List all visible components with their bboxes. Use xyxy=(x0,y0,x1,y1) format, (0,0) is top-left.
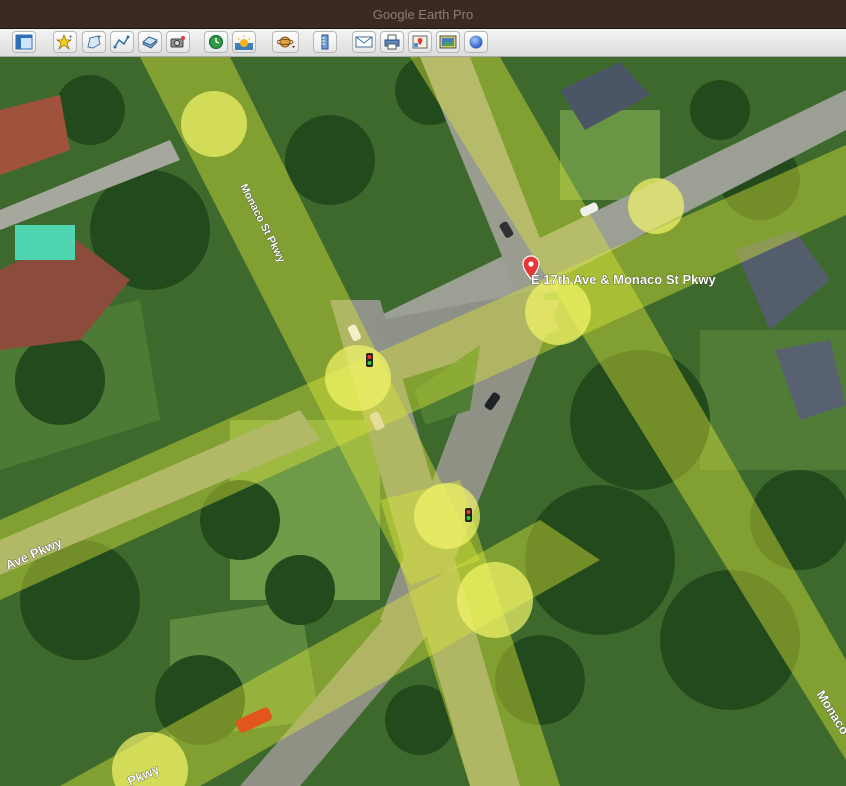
add-placemark-button[interactable]: + xyxy=(53,31,77,53)
view-in-maps-button[interactable] xyxy=(408,31,432,53)
envelope-icon xyxy=(355,36,373,48)
save-image-icon xyxy=(439,35,457,49)
title-bar: Google Earth Pro xyxy=(0,0,846,29)
print-button[interactable] xyxy=(380,31,404,53)
printer-icon xyxy=(384,34,400,50)
ruler-icon xyxy=(321,34,329,50)
placemark-pin-icon: + xyxy=(56,34,73,50)
record-tour-icon xyxy=(170,36,185,48)
earth-view-button[interactable] xyxy=(464,31,488,53)
placemark-label: E 17th Ave & Monaco St Pkwy xyxy=(531,272,716,287)
map-view[interactable]: E 17th Ave & Monaco St Pkwy Monaco St Pk… xyxy=(0,57,846,786)
traffic-light-icon[interactable] xyxy=(465,508,472,522)
path-icon xyxy=(113,35,130,49)
globe-icon xyxy=(469,35,483,49)
traffic-light-icon[interactable] xyxy=(366,353,373,367)
add-polygon-button[interactable]: + xyxy=(82,31,106,53)
planets-button[interactable] xyxy=(272,31,299,53)
ruler-button[interactable] xyxy=(313,31,337,53)
email-button[interactable] xyxy=(352,31,376,53)
planet-icon xyxy=(276,36,295,48)
svg-text:+: + xyxy=(98,35,102,41)
sidebar-icon xyxy=(15,34,33,50)
toolbar: + + xyxy=(0,29,846,57)
sunlight-button[interactable] xyxy=(232,31,256,53)
historical-imagery-button[interactable] xyxy=(204,31,228,53)
svg-text:+: + xyxy=(69,35,73,41)
clock-icon xyxy=(209,35,223,49)
image-overlay-icon xyxy=(142,36,158,49)
polygon-icon: + xyxy=(87,35,102,49)
sun-icon xyxy=(235,35,253,50)
sidebar-toggle-button[interactable] xyxy=(12,31,36,53)
add-image-overlay-button[interactable] xyxy=(138,31,162,53)
map-icon xyxy=(412,35,428,49)
add-path-button[interactable] xyxy=(110,31,134,53)
save-image-button[interactable] xyxy=(436,31,460,53)
window-title: Google Earth Pro xyxy=(372,7,474,22)
record-tour-button[interactable] xyxy=(166,31,190,53)
